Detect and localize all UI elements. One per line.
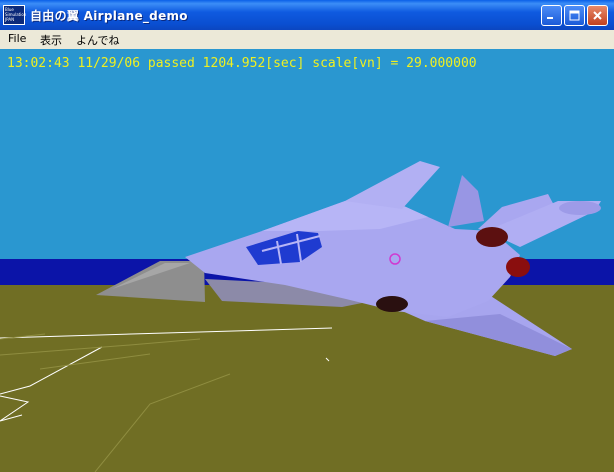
app-window: Blue Simulation JPAN 自由の翼 Airplane_demo … bbox=[0, 0, 614, 472]
minimize-icon bbox=[547, 17, 553, 19]
minimize-button[interactable] bbox=[541, 5, 562, 26]
ground bbox=[0, 285, 614, 472]
maximize-button[interactable] bbox=[564, 5, 585, 26]
aircraft-engine-nozzle-2 bbox=[506, 257, 530, 277]
maximize-icon bbox=[569, 10, 580, 21]
hud-status-line: 13:02:43 11/29/06 passed 1204.952[sec] s… bbox=[7, 56, 477, 71]
3d-viewport[interactable] bbox=[0, 49, 614, 472]
aircraft-engine-nozzle-1 bbox=[476, 227, 508, 247]
menu-file[interactable]: File bbox=[8, 32, 26, 45]
app-icon-label: Blue Simulation JPAN bbox=[5, 7, 27, 22]
aircraft-stabilizer-tip bbox=[559, 201, 601, 215]
window-title: 自由の翼 Airplane_demo bbox=[30, 9, 188, 23]
title-bar[interactable]: Blue Simulation JPAN 自由の翼 Airplane_demo bbox=[0, 0, 614, 30]
menu-view[interactable]: 表示 bbox=[40, 32, 62, 48]
aircraft-intake bbox=[376, 296, 408, 312]
app-icon[interactable]: Blue Simulation JPAN bbox=[3, 5, 27, 25]
close-icon bbox=[593, 11, 602, 20]
menu-readme[interactable]: よんでね bbox=[76, 32, 119, 48]
menu-bar: File 表示 よんでね bbox=[0, 30, 614, 49]
close-button[interactable] bbox=[587, 5, 608, 26]
